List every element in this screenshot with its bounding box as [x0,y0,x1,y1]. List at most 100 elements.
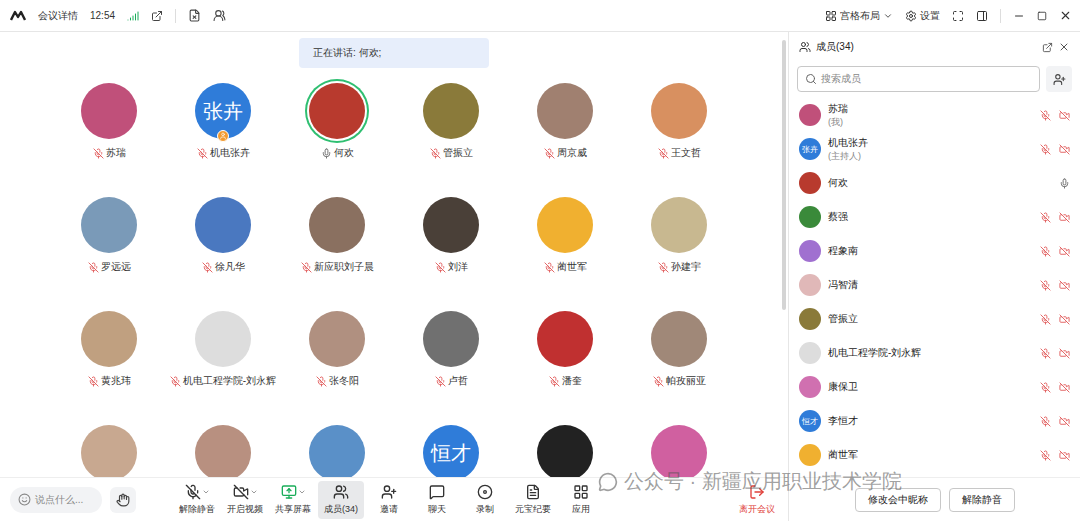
video-off-icon [233,484,249,500]
mic-muted-icon [1040,450,1051,461]
participant-tile[interactable]: 恒才 [394,425,508,477]
member-row[interactable]: 冯智清 [789,268,1080,302]
scrollbar[interactable] [782,40,786,310]
member-name: 冯智清 [828,278,1031,292]
participant-tile[interactable]: 罗远远 [52,197,166,311]
participant-tile[interactable] [622,425,736,477]
member-avatar: 张卉 [799,138,821,160]
participant-tile[interactable]: 黄兆玮 [52,311,166,425]
member-row[interactable]: 机电工程学院-刘永辉 [789,336,1080,370]
participant-tile[interactable] [52,425,166,477]
toolbar-button[interactable]: 元宝纪要 [510,481,556,519]
avatar [537,197,593,253]
member-avatar [799,240,821,262]
participant-tile[interactable] [280,425,394,477]
member-row[interactable]: 苏瑞(我) [789,98,1080,132]
layout-button[interactable]: 宫格布局 [825,9,893,23]
leave-button[interactable]: 离开会议 [734,481,780,519]
avatar [423,83,479,139]
caret-icon[interactable] [298,488,306,496]
participant-tile[interactable]: 张冬阳 [280,311,394,425]
minimize-icon[interactable] [1013,10,1025,22]
member-row[interactable]: 程象南 [789,234,1080,268]
mic-muted-icon [1040,416,1051,427]
share-link-icon[interactable] [151,10,163,22]
wechat-icon [598,472,618,492]
member-avatar [799,104,821,126]
participant-tile[interactable]: 刘洋 [394,197,508,311]
toolbar-button[interactable]: 应用 [558,481,604,519]
participant-tile[interactable]: 帕孜丽亚 [622,311,736,425]
member-row[interactable]: 蔡强 [789,200,1080,234]
member-row[interactable]: 张卉机电张卉(主持人) [789,132,1080,166]
gear-icon [905,10,917,22]
member-info: 苏瑞(我) [828,102,1031,129]
avatar [423,197,479,253]
caret-icon[interactable] [250,488,258,496]
toolbar-button[interactable]: 解除静音 [174,481,220,519]
participant-name: 机电张卉 [197,146,250,160]
toolbar-button[interactable]: 聊天 [414,481,460,519]
mic-muted-icon [197,148,208,159]
mic-muted-icon [301,262,312,273]
member-row[interactable]: 康保卫 [789,370,1080,404]
mic-muted-icon [170,376,181,387]
participant-tile[interactable] [508,425,622,477]
invite-member-button[interactable] [1046,66,1072,92]
participant-tile[interactable] [166,425,280,477]
avatar-wrap [309,83,365,139]
mic-muted-icon [658,262,669,273]
search-field[interactable]: 搜索成员 [797,66,1040,92]
host-icon [219,132,227,140]
participant-tile[interactable]: 孙建宇 [622,197,736,311]
toolbar-button[interactable]: 录制 [462,481,508,519]
raise-hand-button[interactable] [110,487,136,513]
maximize-icon[interactable] [1037,11,1047,21]
popout-icon[interactable] [1042,42,1053,53]
member-row[interactable]: 管振立 [789,302,1080,336]
participant-tile[interactable]: 卢哲 [394,311,508,425]
caret-icon[interactable] [202,488,210,496]
fullscreen-icon[interactable] [952,10,964,22]
participant-tile[interactable]: 机电工程学院-刘永辉 [166,311,280,425]
close-icon[interactable] [1058,41,1070,53]
avatar-wrap [309,197,365,253]
footer-button[interactable]: 解除静音 [949,488,1015,512]
member-row[interactable]: 恒才李恒才 [789,404,1080,438]
toolbar-button[interactable]: 开启视频 [222,481,268,519]
people-icon[interactable] [213,9,226,22]
close-icon[interactable] [1059,9,1072,22]
participant-tile[interactable]: 王文哲 [622,83,736,197]
document-icon[interactable] [188,9,201,22]
search-icon [805,73,817,85]
chat-input[interactable]: 说点什么... [10,487,102,513]
participant-tile[interactable]: 张卉机电张卉 [166,83,280,197]
member-row[interactable]: 何欢 [789,166,1080,200]
settings-button[interactable]: 设置 [905,9,940,23]
member-name: 程象南 [828,244,1031,258]
grid-icon [825,10,837,22]
toolbar-button[interactable]: 成员(34) [318,481,364,519]
participant-tile[interactable]: 苏瑞 [52,83,166,197]
participant-tile[interactable]: 何欢 [280,83,394,197]
top-left: 会议详情12:54 [10,9,226,23]
mic-muted-icon [435,376,446,387]
leave-icon [749,484,765,500]
toolbar-button[interactable]: 共享屏幕 [270,481,316,519]
participant-tile[interactable]: 新应职刘子晨 [280,197,394,311]
avatar [81,83,137,139]
top-right: 宫格布局设置 [825,9,1072,23]
participant-name: 何欢 [321,146,354,160]
members-icon [799,41,811,53]
participant-tile[interactable]: 管振立 [394,83,508,197]
meeting-details[interactable]: 会议详情 [38,9,78,23]
participant-tile[interactable]: 蔺世军 [508,197,622,311]
footer-button[interactable]: 修改会中昵称 [855,488,941,512]
participant-tile[interactable]: 周京威 [508,83,622,197]
member-row[interactable]: 蔺世军 [789,438,1080,472]
member-status [1038,144,1070,155]
participant-tile[interactable]: 潘奎 [508,311,622,425]
toolbar-button[interactable]: 邀请 [366,481,412,519]
sidebar-icon[interactable] [976,10,988,22]
participant-tile[interactable]: 徐凡华 [166,197,280,311]
